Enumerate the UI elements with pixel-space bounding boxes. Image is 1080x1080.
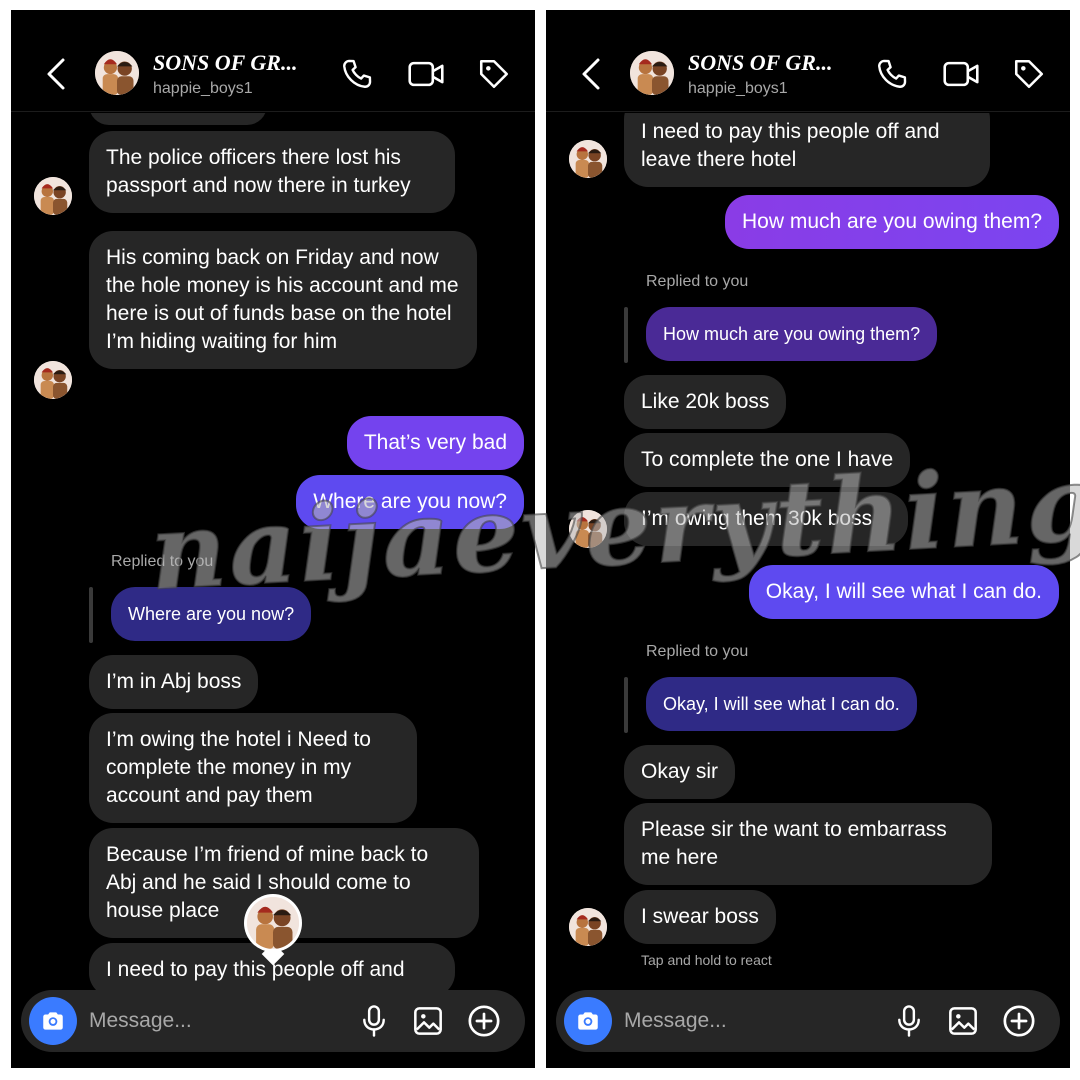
left-chat-screen: SONS OF GR... happie_boys1 The police of… (11, 10, 535, 1068)
phone-icon[interactable] (337, 54, 377, 94)
status-bar (546, 10, 1070, 14)
sender-avatar[interactable] (569, 908, 607, 946)
reply-bar (624, 307, 628, 363)
message-bubble-incoming[interactable]: The police officers there lost his passp… (89, 131, 455, 213)
message-bubble-incoming[interactable]: To complete the one I have (624, 433, 911, 487)
chat-title[interactable]: SONS OF GR... (153, 50, 321, 76)
tag-icon[interactable] (474, 54, 514, 94)
quoted-message[interactable]: Okay, I will see what I can do. (646, 677, 917, 731)
replied-label: Replied to you (111, 553, 214, 570)
group-avatar[interactable] (630, 51, 674, 95)
message-bubble-outgoing[interactable]: Where are you now? (296, 475, 524, 529)
group-avatar[interactable] (95, 51, 139, 95)
message-bubble-outgoing[interactable]: Okay, I will see what I can do. (748, 565, 1059, 619)
camera-icon[interactable] (29, 997, 77, 1045)
message-bubble-incoming[interactable]: His coming back on Friday and now the ho… (89, 231, 477, 369)
message-bubble-incoming[interactable]: I’m owing them 30k boss (624, 492, 908, 546)
message-bubble-outgoing[interactable]: How much are you owing them? (725, 195, 1059, 249)
message-bubble-outgoing[interactable]: That’s very bad (346, 416, 524, 470)
video-camera-icon[interactable] (406, 54, 446, 94)
camera-icon[interactable] (564, 997, 612, 1045)
tag-icon[interactable] (1009, 54, 1049, 94)
message-bubble-incoming[interactable]: Okay sir (624, 745, 736, 799)
message-bubble-incoming[interactable]: I’m in Abj boss (89, 655, 259, 709)
plus-circle-icon[interactable] (1000, 1002, 1038, 1040)
phone-icon[interactable] (872, 54, 912, 94)
chat-subtitle[interactable]: happie_boys1 (688, 80, 788, 98)
message-thread[interactable]: I need to pay this people off and leave … (546, 113, 1070, 990)
gallery-icon[interactable] (944, 1002, 982, 1040)
sender-avatar[interactable] (34, 177, 72, 215)
chat-header: SONS OF GR... happie_boys1 (546, 34, 1070, 112)
microphone-icon[interactable] (355, 1002, 393, 1040)
message-composer (556, 990, 1060, 1052)
replied-label: Replied to you (646, 273, 749, 290)
status-bar (11, 10, 535, 14)
right-chat-screen: SONS OF GR... happie_boys1 I need to pay… (546, 10, 1070, 1068)
react-hint: Tap and hold to react (641, 952, 772, 968)
quoted-message[interactable]: Where are you now? (111, 587, 312, 641)
sender-avatar[interactable] (569, 140, 607, 178)
chevron-left-icon[interactable] (41, 54, 71, 94)
quoted-message[interactable]: How much are you owing them? (646, 307, 938, 361)
chat-header: SONS OF GR... happie_boys1 (11, 34, 535, 112)
video-camera-icon[interactable] (941, 54, 981, 94)
reply-bar (89, 587, 93, 643)
message-bubble-partial[interactable] (89, 113, 267, 125)
new-message-avatar[interactable] (244, 894, 302, 966)
chevron-left-icon[interactable] (576, 54, 606, 94)
microphone-icon[interactable] (890, 1002, 928, 1040)
replied-label: Replied to you (646, 643, 749, 660)
plus-circle-icon[interactable] (465, 1002, 503, 1040)
message-bubble-incoming[interactable]: I need to pay this people off and leave … (624, 113, 990, 187)
message-bubble-incoming[interactable]: I swear boss (624, 890, 776, 944)
sender-avatar[interactable] (247, 897, 299, 949)
message-composer (21, 990, 525, 1052)
gallery-icon[interactable] (409, 1002, 447, 1040)
message-thread[interactable]: The police officers there lost his passp… (11, 113, 535, 990)
message-bubble-incoming[interactable]: Please sir the want to embarrass me here (624, 803, 992, 885)
reply-bar (624, 677, 628, 733)
sender-avatar[interactable] (34, 361, 72, 399)
message-bubble-incoming[interactable]: Like 20k boss (624, 375, 787, 429)
chat-subtitle[interactable]: happie_boys1 (153, 80, 253, 98)
sender-avatar[interactable] (569, 510, 607, 548)
chat-title[interactable]: SONS OF GR... (688, 50, 856, 76)
message-bubble-incoming[interactable]: I’m owing the hotel i Need to complete t… (89, 713, 417, 823)
message-input[interactable] (89, 990, 339, 1052)
message-input[interactable] (624, 990, 874, 1052)
